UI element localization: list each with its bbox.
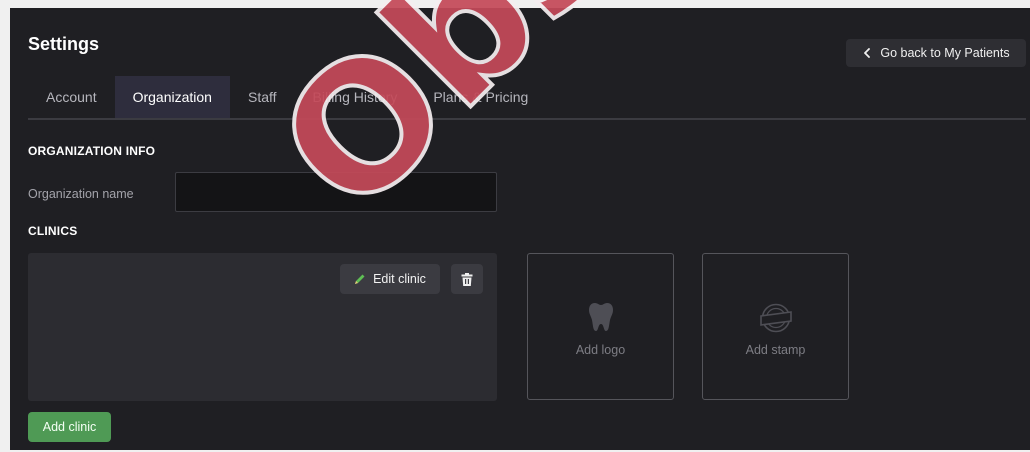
clinics-heading: CLINICS <box>28 224 78 238</box>
add-clinic-button[interactable]: Add clinic <box>28 412 111 442</box>
organization-name-input[interactable] <box>175 172 497 212</box>
tab-account[interactable]: Account <box>28 76 115 118</box>
back-to-patients-button[interactable]: Go back to My Patients <box>846 39 1026 67</box>
edit-clinic-button[interactable]: Edit clinic <box>340 264 440 294</box>
tooth-icon <box>588 303 613 331</box>
trash-icon <box>461 272 473 286</box>
delete-clinic-button[interactable] <box>451 264 483 294</box>
settings-panel: Settings Go back to My Patients Account … <box>10 8 1030 450</box>
edit-clinic-label: Edit clinic <box>373 272 426 286</box>
add-logo-label: Add logo <box>575 343 626 357</box>
page-title: Settings <box>28 34 100 54</box>
pencil-icon <box>355 274 365 284</box>
tab-staff[interactable]: Staff <box>230 76 295 118</box>
tab-billing-history[interactable]: Billing History <box>295 76 416 118</box>
tab-organization[interactable]: Organization <box>114 76 230 118</box>
add-stamp-box[interactable]: Add stamp <box>702 253 849 400</box>
settings-tabs: Account Organization Staff Billing Histo… <box>28 76 546 118</box>
add-stamp-label: Add stamp <box>745 343 806 357</box>
chevron-left-icon <box>864 48 871 58</box>
organization-name-label: Organization name <box>28 187 134 201</box>
tab-divider <box>28 118 1026 120</box>
add-logo-box[interactable]: Add logo <box>527 253 674 400</box>
clinic-card: Edit clinic <box>28 253 497 401</box>
back-button-label: Go back to My Patients <box>880 46 1010 60</box>
stamp-icon <box>759 303 792 333</box>
tab-plans-pricing[interactable]: Plans & Pricing <box>415 76 546 118</box>
organization-info-heading: ORGANIZATION INFO <box>28 144 156 158</box>
